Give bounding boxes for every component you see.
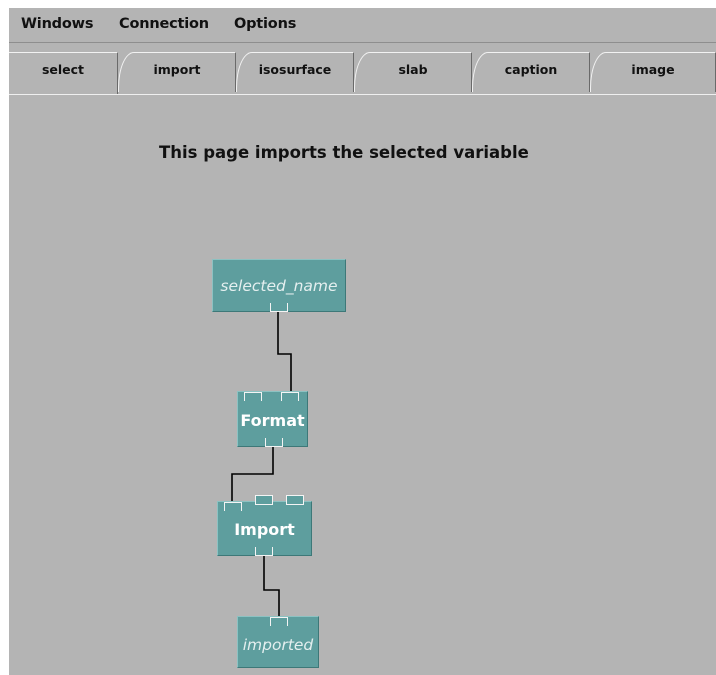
node-format-input-port-1[interactable]	[244, 392, 262, 401]
node-selected-name-output-port[interactable]	[270, 303, 288, 312]
node-format-label: Format	[240, 411, 305, 430]
node-imported-input-port[interactable]	[270, 617, 288, 626]
node-selected-name-label: selected_name	[220, 277, 338, 295]
node-import-input-port-2[interactable]	[255, 495, 273, 505]
node-import-label: Import	[234, 520, 295, 539]
node-import-input-port-1[interactable]	[224, 502, 242, 511]
wire-selected-name-to-format[interactable]	[277, 312, 292, 392]
node-import[interactable]: Import	[217, 495, 312, 556]
node-import-output-port[interactable]	[255, 547, 273, 556]
node-imported-label: imported	[242, 636, 314, 654]
visual-program-window: Windows Connection Options select import…	[9, 8, 716, 675]
connection-wires	[231, 312, 292, 617]
network-canvas: selected_name Format Import imported	[9, 8, 716, 675]
node-selected-name[interactable]: selected_name	[212, 259, 346, 312]
node-format[interactable]: Format	[237, 391, 308, 447]
node-import-input-port-3[interactable]	[286, 495, 304, 505]
node-format-input-port-2[interactable]	[281, 392, 299, 401]
node-format-output-port[interactable]	[265, 438, 283, 447]
wire-import-to-imported[interactable]	[263, 556, 280, 617]
tab-select[interactable]: select	[9, 52, 118, 94]
wire-format-to-import[interactable]	[231, 447, 274, 502]
node-imported[interactable]: imported	[237, 616, 319, 668]
